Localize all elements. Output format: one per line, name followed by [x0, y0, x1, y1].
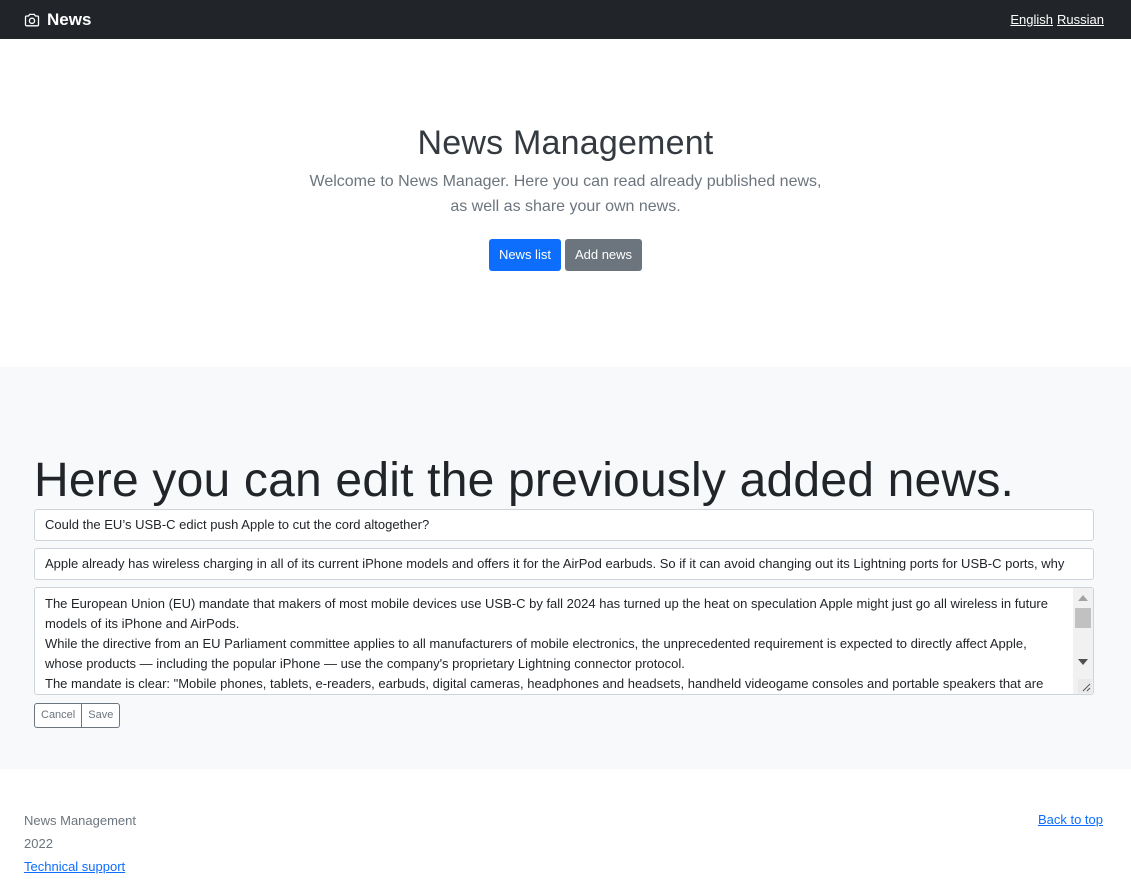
footer-app-name: News Management	[24, 813, 136, 828]
top-navbar: News English Russian	[0, 0, 1131, 39]
hero-lead: Welcome to News Manager. Here you can re…	[309, 172, 822, 215]
news-title-input[interactable]: Could the EU’s USB-C edict push Apple to…	[34, 509, 1094, 541]
language-switcher: English Russian	[1010, 12, 1104, 27]
scroll-down-arrow-icon[interactable]	[1078, 659, 1088, 665]
content-line: The mandate is clear: "Mobile phones, ta…	[45, 676, 1044, 691]
footer: News Management 2022 Technical support B…	[0, 769, 1131, 887]
edit-heading: Here you can edit the previously added n…	[34, 454, 1015, 507]
scrollbar-thumb[interactable]	[1075, 608, 1091, 628]
save-button[interactable]: Save	[82, 703, 121, 728]
content-line: The European Union (EU) mandate that mak…	[45, 596, 1048, 631]
scroll-up-arrow-icon[interactable]	[1078, 595, 1088, 601]
cancel-button[interactable]: Cancel	[34, 703, 83, 728]
camera-icon	[24, 13, 40, 27]
news-list-button[interactable]: News list	[488, 238, 561, 271]
news-content-text: The European Union (EU) mandate that mak…	[35, 588, 1093, 694]
language-english-link[interactable]: English	[1010, 12, 1053, 27]
page-title: News Management	[417, 124, 714, 162]
hero-buttons: News list Add news	[0, 238, 1131, 271]
technical-support-link[interactable]: Technical support	[24, 859, 125, 874]
brand[interactable]: News	[24, 10, 91, 30]
news-brief-input[interactable]: Apple already has wireless charging in a…	[34, 548, 1094, 580]
footer-year: 2022	[24, 836, 53, 851]
brand-label: News	[47, 9, 92, 29]
news-content-textarea[interactable]: The European Union (EU) mandate that mak…	[34, 587, 1094, 695]
resize-grip-icon[interactable]	[1078, 679, 1092, 693]
content-line: While the directive from an EU Parliamen…	[45, 636, 1027, 671]
add-news-button[interactable]: Add news	[564, 238, 643, 271]
hero-section: News Management Welcome to News Manager.…	[0, 39, 1131, 367]
back-to-top-link[interactable]: Back to top	[1038, 812, 1103, 827]
language-russian-link[interactable]: Russian	[1057, 12, 1104, 27]
edit-news-section: Here you can edit the previously added n…	[0, 367, 1131, 769]
edit-actions: Cancel Save	[34, 703, 121, 728]
